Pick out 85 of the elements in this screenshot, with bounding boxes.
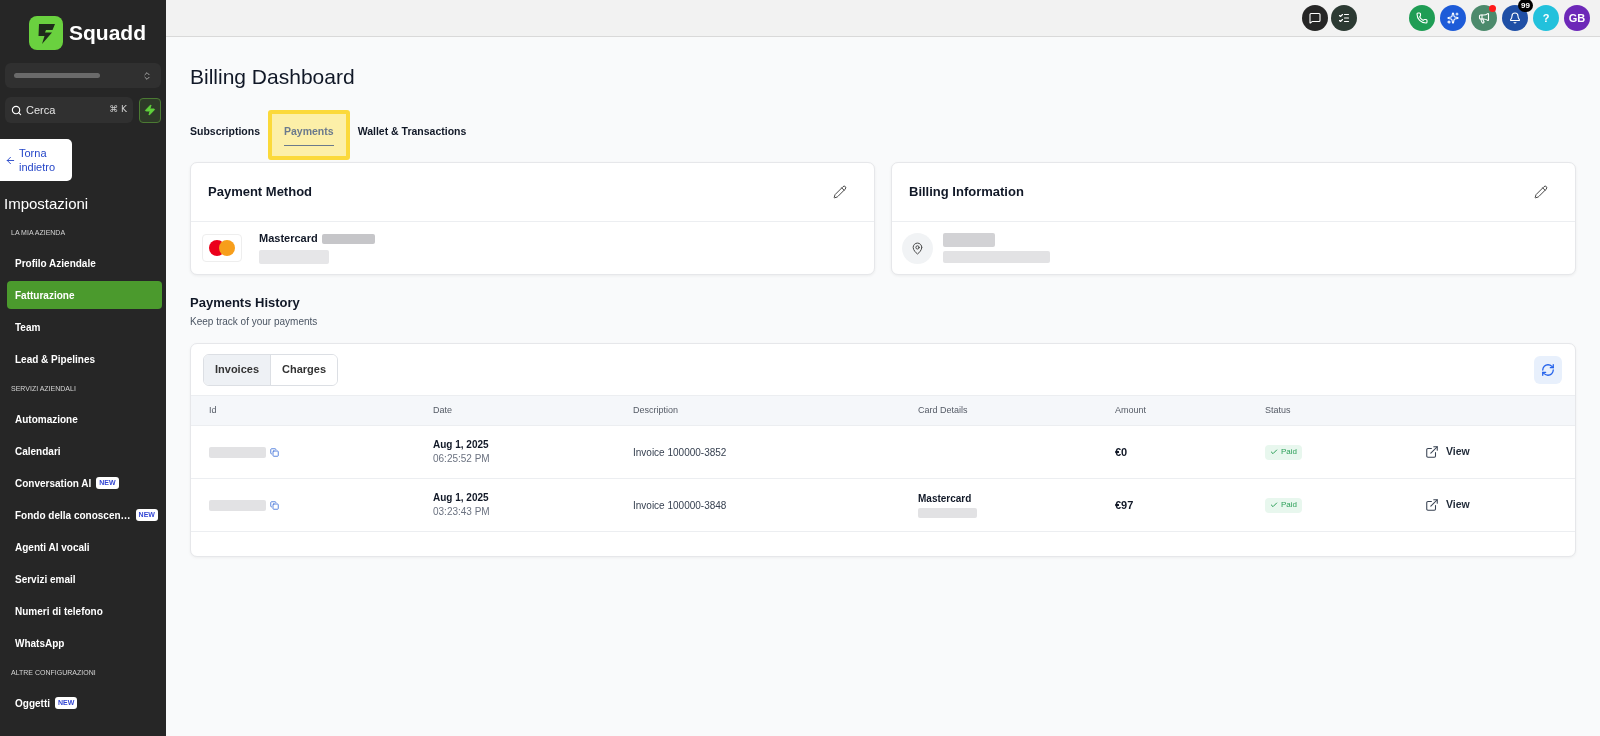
invoice-time: 06:25:52 PM xyxy=(433,452,490,466)
nav-item[interactable]: Servizi email xyxy=(7,565,162,593)
column-header: Description xyxy=(633,403,679,417)
redacted-text xyxy=(209,446,266,458)
check-icon xyxy=(1270,501,1278,509)
sparkles-icon xyxy=(1447,12,1459,24)
refresh-icon xyxy=(1541,362,1555,377)
redacted-text xyxy=(209,499,266,511)
phone-icon xyxy=(1416,12,1428,24)
lightning-icon xyxy=(144,104,156,116)
view-button[interactable]: View xyxy=(1425,497,1470,513)
redacted-text xyxy=(259,250,329,264)
tab[interactable]: Subscriptions xyxy=(190,110,260,160)
quick-action-button[interactable] xyxy=(139,97,161,123)
redacted-text xyxy=(943,233,995,247)
bell-icon xyxy=(1509,12,1521,24)
logo-icon xyxy=(29,16,63,50)
nav-item[interactable]: WhatsApp xyxy=(7,629,162,657)
nav-item[interactable]: Agenti AI vocali xyxy=(7,533,162,561)
status-text: Paid xyxy=(1281,499,1297,511)
megaphone-button[interactable] xyxy=(1471,5,1497,31)
redacted-text xyxy=(918,508,977,518)
phone-button[interactable] xyxy=(1409,5,1435,31)
settings-title: Impostazioni xyxy=(3,194,90,214)
pencil-icon xyxy=(833,185,847,199)
section-title: Payments History xyxy=(190,295,301,311)
card-brand: Mastercard xyxy=(259,232,318,245)
view-tab[interactable]: Invoices xyxy=(204,354,271,385)
column-header: Amount xyxy=(1115,403,1147,417)
invoice-date: Aug 1, 2025 xyxy=(433,438,489,452)
copy-icon[interactable] xyxy=(270,447,279,457)
search-input[interactable]: Cerca xyxy=(26,102,92,118)
arrow-left-icon xyxy=(5,154,16,166)
external-link-icon xyxy=(1425,498,1439,512)
card-brand: Mastercard xyxy=(918,492,972,505)
chevrons-up-down-icon xyxy=(142,69,152,82)
copy-icon[interactable] xyxy=(270,500,279,510)
status-text: Paid xyxy=(1281,446,1297,458)
pencil-icon xyxy=(1534,185,1548,199)
card-title: Payment Method xyxy=(208,183,312,202)
invoice-amount: €97 xyxy=(1115,497,1134,513)
card-brand-logo-icon xyxy=(202,234,242,262)
column-header: Id xyxy=(209,403,217,417)
brand-name: Squadd xyxy=(69,20,146,46)
column-header: Date xyxy=(433,403,452,417)
checklist-button[interactable] xyxy=(1331,5,1357,31)
invoice-date: Aug 1, 2025 xyxy=(433,491,489,505)
back-link[interactable]: Torna indietro xyxy=(0,139,72,181)
bell-button[interactable] xyxy=(1502,5,1528,31)
nav-item[interactable]: Lead & Pipelines xyxy=(7,345,162,373)
sparkles-button[interactable] xyxy=(1440,5,1466,31)
invoice-amount: €0 xyxy=(1115,444,1128,460)
shortcut-hint: ⌘ K xyxy=(109,103,127,117)
refresh-button[interactable] xyxy=(1534,355,1562,384)
location-pin-icon xyxy=(902,232,933,264)
invoice-time: 03:23:43 PM xyxy=(433,505,490,519)
section-subtitle: Keep track of your payments xyxy=(190,315,319,329)
view-button[interactable]: View xyxy=(1425,444,1470,460)
location-switcher[interactable] xyxy=(5,63,161,88)
check-icon xyxy=(1270,448,1278,456)
search-icon xyxy=(11,104,22,116)
nav-item[interactable]: Fatturazione xyxy=(7,281,162,309)
page-title: Billing Dashboard xyxy=(190,64,356,90)
card-title: Billing Information xyxy=(909,183,1024,202)
chat-icon xyxy=(1309,12,1321,24)
checklist-icon xyxy=(1338,12,1350,24)
nav-item[interactable]: Automazione xyxy=(7,405,162,433)
megaphone-icon xyxy=(1478,12,1490,24)
notification-count: 99 xyxy=(1518,0,1533,12)
column-header: Status xyxy=(1265,403,1291,417)
user-avatar[interactable]: GB xyxy=(1564,5,1590,31)
invoice-description: Invoice 100000-3852 xyxy=(633,445,727,460)
nav-item[interactable]: Calendari xyxy=(7,437,162,465)
redacted-text xyxy=(321,233,375,244)
invoice-description: Invoice 100000-3848 xyxy=(633,498,727,513)
external-link-icon xyxy=(1425,445,1439,459)
nav-item[interactable]: Numeri di telefono xyxy=(7,597,162,625)
search-field[interactable]: Cerca ⌘ K xyxy=(5,97,133,123)
nav-item[interactable]: Team xyxy=(7,313,162,341)
nav-item[interactable]: Profilo Aziendale xyxy=(7,249,162,277)
column-header: Card Details xyxy=(918,403,968,417)
tab[interactable]: Payments xyxy=(268,110,350,160)
tab[interactable]: Wallet & Transactions xyxy=(357,110,467,160)
view-tab[interactable]: Charges xyxy=(270,354,338,385)
chat-button[interactable] xyxy=(1302,5,1328,31)
